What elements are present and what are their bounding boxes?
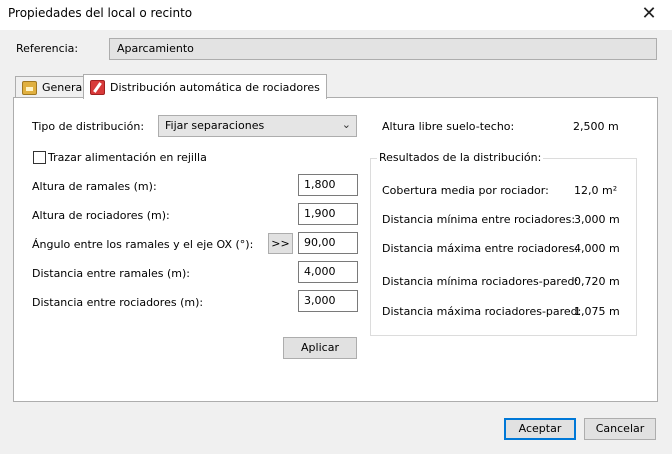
branch-height-label: Altura de ramales (m): <box>32 180 157 193</box>
accept-button[interactable]: Aceptar <box>504 418 576 440</box>
sprinkler-spacing-label: Distancia entre rociadores (m): <box>32 296 204 309</box>
tab-sprinkler-distribution[interactable]: Distribución automática de rociadores <box>83 74 327 99</box>
distribution-type-select[interactable]: Fijar separaciones ⌄ <box>158 115 357 137</box>
sprinkler-height-input[interactable]: 1,900 <box>298 203 358 225</box>
chevron-down-icon: ⌄ <box>341 118 351 131</box>
sprinkler-height-label: Altura de rociadores (m): <box>32 209 170 222</box>
reference-field[interactable]: Aparcamiento <box>109 38 657 60</box>
result-value: 12,0 m² <box>574 184 618 197</box>
active-tab-joint <box>84 97 300 98</box>
tab-sprinkler-distribution-label: Distribución automática de rociadores <box>110 80 320 94</box>
apply-button[interactable]: Aplicar <box>283 337 357 359</box>
results-title: Resultados de la distribución: <box>377 151 544 164</box>
cancel-button[interactable]: Cancelar <box>584 418 656 440</box>
branch-angle-input[interactable]: 90,00 <box>298 232 358 254</box>
result-value: 4,000 m <box>574 242 620 255</box>
result-label: Distancia mínima entre rociadores: <box>382 213 576 226</box>
result-label: Distancia mínima rociadores-pared: <box>382 275 579 288</box>
result-value: 1,075 m <box>574 305 620 318</box>
folder-icon <box>22 80 37 95</box>
branch-height-input[interactable]: 1,800 <box>298 174 358 196</box>
result-label: Distancia máxima entre rociadores: <box>382 242 579 255</box>
result-value: 0,720 m <box>574 275 620 288</box>
distribution-type-value: Fijar separaciones <box>165 119 265 132</box>
clear-height-label: Altura libre suelo-techo: <box>382 120 515 133</box>
tab-general-label: General <box>42 81 86 94</box>
branch-spacing-input[interactable]: 4,000 <box>298 261 358 283</box>
window-title: Propiedades del local o recinto <box>8 6 193 20</box>
grid-feed-checkbox[interactable] <box>33 151 46 164</box>
result-value: 3,000 m <box>574 213 620 226</box>
reference-label: Referencia: <box>16 42 79 55</box>
branch-spacing-label: Distancia entre ramales (m): <box>32 267 190 280</box>
grid-feed-label: Trazar alimentación en rejilla <box>48 151 207 164</box>
result-label: Cobertura media por rociador: <box>382 184 549 197</box>
branch-angle-label: Ángulo entre los ramales y el eje OX (°)… <box>32 238 254 251</box>
sprinkler-spacing-input[interactable]: 3,000 <box>298 290 358 312</box>
angle-pick-button[interactable]: >> <box>268 233 293 254</box>
result-label: Distancia máxima rociadores-pared: <box>382 305 582 318</box>
close-icon[interactable]: ✕ <box>636 3 662 25</box>
distribution-type-label: Tipo de distribución: <box>32 120 145 133</box>
clear-height-value: 2,500 m <box>573 120 619 133</box>
tab-general[interactable]: General <box>15 76 93 98</box>
sprinkler-pencil-icon <box>90 79 105 95</box>
